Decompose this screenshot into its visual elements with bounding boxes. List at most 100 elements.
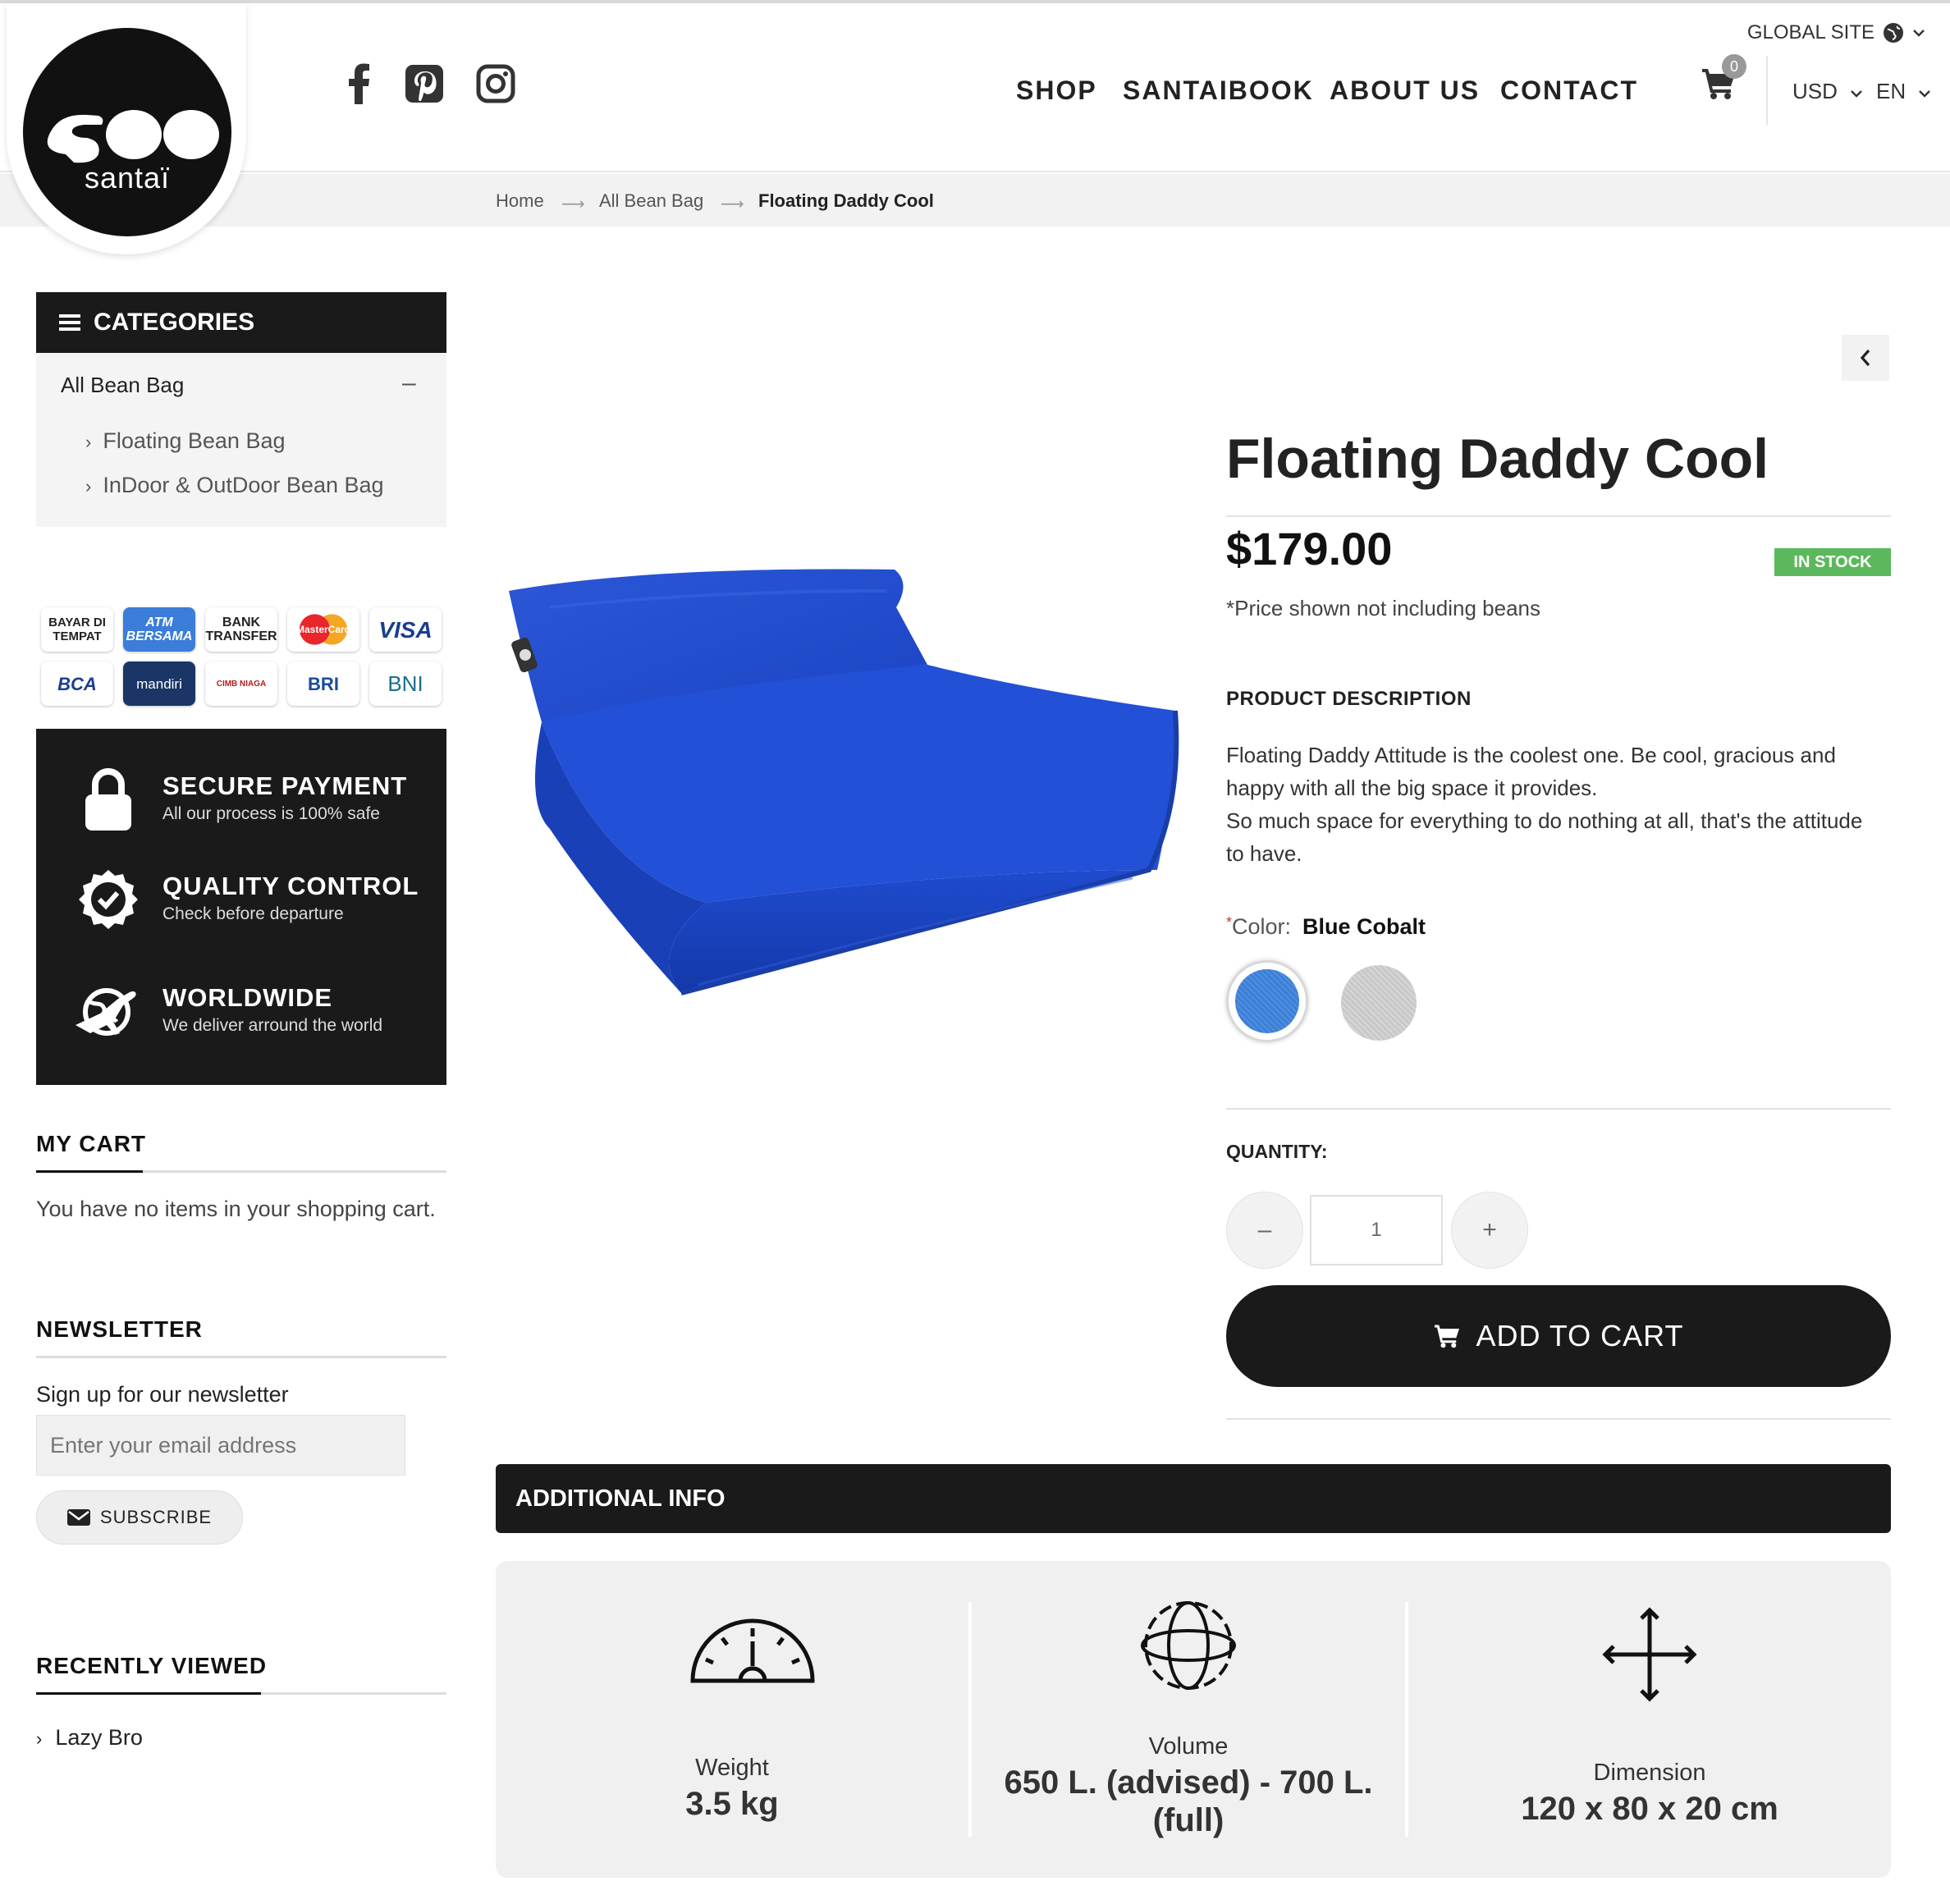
product-title: Floating Daddy Cool <box>1226 428 1769 490</box>
newsletter-email-input[interactable] <box>36 1415 405 1476</box>
payment-cimb-niaga-logo: CIMB NIAGA <box>205 661 277 706</box>
breadcrumb-bar <box>0 174 1950 227</box>
info-label: Weight <box>695 1755 769 1781</box>
arrows-cross-icon <box>1602 1607 1697 1706</box>
chevron-down-icon <box>1913 30 1925 37</box>
global-site-label: GLOBAL SITE <box>1746 21 1874 43</box>
newsletter-title: NEWSLETTER <box>36 1316 203 1342</box>
payment-methods: BAYAR DI TEMPAT ATM BERSAMA BANK TRANSFE… <box>41 607 443 706</box>
color-swatch-grey[interactable] <box>1341 965 1417 1041</box>
trust-subtitle: Check before departure <box>162 904 344 923</box>
pinterest-icon[interactable] <box>401 61 447 107</box>
volume-sphere-icon <box>1141 1599 1236 1696</box>
instagram-icon[interactable] <box>473 61 519 107</box>
info-weight: Weight 3.5 kg <box>496 1561 968 1878</box>
info-dimension-text: Dimension 120 x 80 x 20 cm <box>1408 1760 1891 1828</box>
subscribe-button[interactable]: SUBSCRIBE <box>36 1490 243 1545</box>
category-floating-bean-bag[interactable]: › Floating Bean Bag <box>85 428 286 454</box>
gauge-icon <box>689 1613 816 1688</box>
chevron-right-icon: › <box>85 476 92 497</box>
trust-subtitle: All our process is 100% safe <box>162 804 380 823</box>
payment-mastercard-logo: MasterCard <box>287 607 359 652</box>
swatch-fill <box>1235 969 1299 1033</box>
category-label: Floating Bean Bag <box>103 428 286 453</box>
add-to-cart-button[interactable]: ADD TO CART <box>1226 1285 1891 1387</box>
facebook-icon[interactable] <box>336 61 382 107</box>
envelope-icon <box>66 1509 90 1526</box>
breadcrumb-home[interactable]: Home <box>496 190 544 212</box>
chevron-down-icon <box>1919 90 1931 98</box>
chevron-left-icon <box>1860 349 1870 367</box>
payment-cod-logo: BAYAR DI TEMPAT <box>41 607 113 652</box>
newsletter-underline <box>36 1356 446 1358</box>
chevron-down-icon <box>1851 90 1862 98</box>
additional-info-panel: Weight 3.5 kg Volume 650 L. (advised) - … <box>496 1561 1891 1878</box>
payment-bca-logo: BCA <box>41 661 113 706</box>
trust-panel: SECURE PAYMENT All our process is 100% s… <box>36 729 446 1085</box>
trust-subtitle: We deliver arround the world <box>162 1016 383 1035</box>
recently-viewed-item[interactable]: › Lazy Bro <box>36 1725 143 1751</box>
cart-icon <box>1435 1325 1460 1348</box>
product-image[interactable] <box>501 558 1182 1001</box>
quantity-decrease-button[interactable]: – <box>1226 1192 1303 1269</box>
nav-santaibook[interactable]: SANTAIBOOK <box>1123 76 1314 106</box>
badge-check-icon <box>74 865 143 934</box>
info-label: Dimension <box>1593 1760 1706 1786</box>
trust-worldwide: WORLDWIDE We deliver arround the world <box>36 977 446 1059</box>
quantity-input[interactable] <box>1310 1195 1443 1266</box>
breadcrumb-all-bean-bag[interactable]: All Bean Bag <box>599 190 703 212</box>
trust-quality-control: QUALITY CONTROL Check before departure <box>36 865 446 947</box>
quantity-label: QUANTITY: <box>1226 1141 1328 1162</box>
category-all-bean-bag[interactable]: All Bean Bag <box>61 373 184 398</box>
language-selector[interactable]: EN <box>1876 79 1931 104</box>
header-divider <box>1766 56 1768 125</box>
category-indoor-outdoor-bean-bag[interactable]: › InDoor & OutDoor Bean Bag <box>85 473 384 498</box>
payment-mandiri-logo: mandiri <box>123 661 195 706</box>
trust-title: QUALITY CONTROL <box>162 872 419 900</box>
chevron-right-icon: › <box>85 432 92 452</box>
bean-bag-image <box>509 569 1179 995</box>
globe-plane-icon <box>74 977 143 1046</box>
nav-shop[interactable]: SHOP <box>1016 76 1097 106</box>
menu-icon <box>59 314 80 331</box>
cart-divider <box>1226 1418 1891 1420</box>
nav-contact[interactable]: CONTACT <box>1500 76 1638 106</box>
info-dimension: Dimension 120 x 80 x 20 cm <box>1408 1561 1891 1878</box>
info-weight-text: Weight 3.5 kg <box>496 1755 968 1823</box>
recently-viewed-label: Lazy Bro <box>55 1725 143 1750</box>
payment-bri-logo: BRI <box>287 661 359 706</box>
currency-label: USD <box>1792 79 1838 103</box>
language-label: EN <box>1876 79 1907 103</box>
categories-title: CATEGORIES <box>94 309 255 336</box>
trust-secure-payment: SECURE PAYMENT All our process is 100% s… <box>36 765 446 847</box>
color-swatch-blue-cobalt[interactable] <box>1226 960 1308 1042</box>
trust-title: SECURE PAYMENT <box>162 771 408 800</box>
quantity-increase-button[interactable]: + <box>1451 1192 1528 1269</box>
info-value: 3.5 kg <box>685 1786 779 1822</box>
previous-product-button[interactable] <box>1842 335 1889 381</box>
breadcrumb-arrow-icon: ⟶ <box>721 195 744 213</box>
price-note: *Price shown not including beans <box>1226 596 1541 620</box>
title-divider <box>1226 515 1891 517</box>
newsletter-text: Sign up for our newsletter <box>36 1382 289 1407</box>
currency-selector[interactable]: USD <box>1792 79 1863 104</box>
product-description-title: PRODUCT DESCRIPTION <box>1226 688 1472 710</box>
logo[interactable]: santaï <box>7 3 246 254</box>
color-value: Blue Cobalt <box>1302 914 1426 939</box>
collapse-icon[interactable]: – <box>402 369 416 397</box>
info-volume: Volume 650 L. (advised) - 700 L. (full) <box>972 1561 1405 1878</box>
nav-about-us[interactable]: ABOUT US <box>1330 76 1480 106</box>
additional-info-header: ADDITIONAL INFO <box>496 1464 1891 1533</box>
breadcrumb-arrow-icon: ⟶ <box>561 195 585 213</box>
logo-badge: santaï <box>23 28 231 236</box>
stock-badge: IN STOCK <box>1774 548 1891 576</box>
payment-bni-logo: BNI <box>369 661 442 706</box>
category-label: InDoor & OutDoor Bean Bag <box>103 473 384 497</box>
subscribe-label: SUBSCRIBE <box>99 1507 213 1527</box>
logo-mark-icon <box>47 110 219 163</box>
cart-count-badge: 0 <box>1722 54 1746 79</box>
globe-icon <box>1884 23 1903 43</box>
add-to-cart-label: ADD TO CART <box>1476 1319 1684 1352</box>
required-mark: * <box>1226 914 1233 931</box>
global-site-selector[interactable]: GLOBAL SITE <box>1747 21 1925 44</box>
